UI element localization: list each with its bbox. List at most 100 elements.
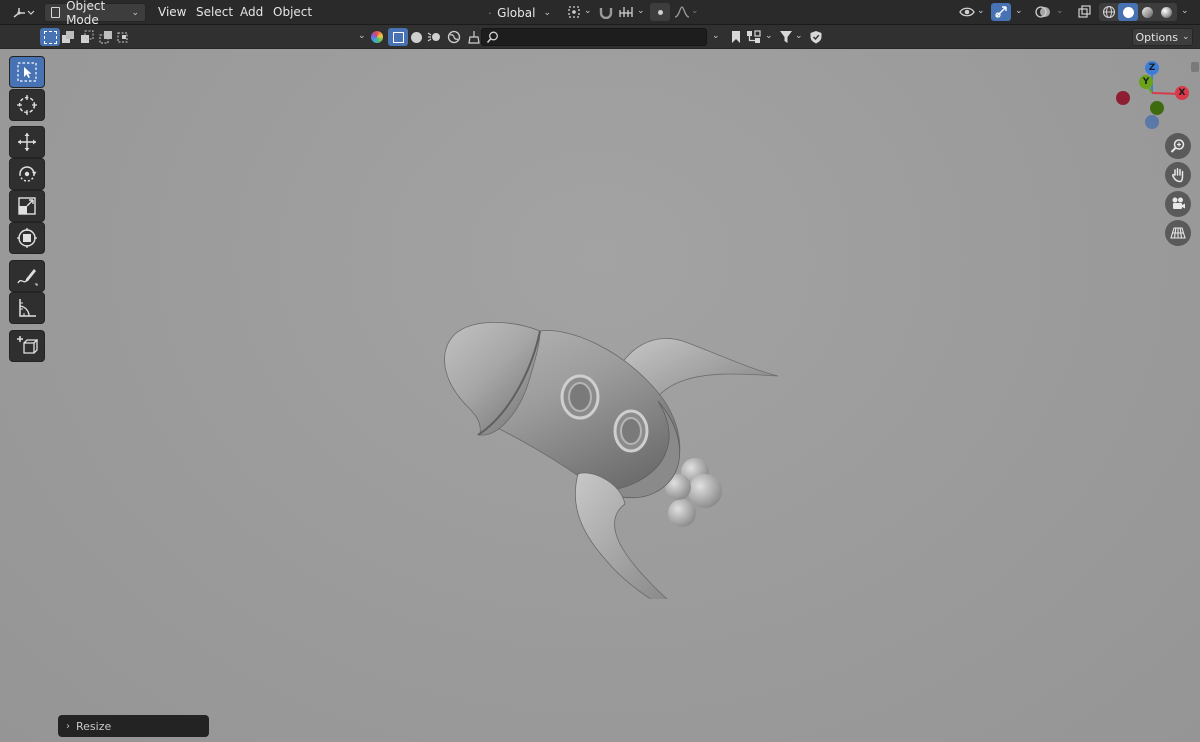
select-mode-intersect[interactable] (114, 28, 134, 46)
gizmo-neg-y-axis[interactable] (1150, 101, 1164, 115)
chevron-down-icon: ⌄ (637, 6, 645, 16)
editor-type-button[interactable] (8, 3, 38, 22)
tool-transform[interactable] (9, 222, 45, 254)
ruler-icon (19, 299, 36, 317)
viewport-header: Object Mode ⌄ View Select Add Object Glo… (0, 0, 1200, 27)
shading-rendered[interactable] (1156, 3, 1176, 21)
select-mode-new[interactable] (40, 28, 60, 46)
grid-perspective-icon (1170, 227, 1186, 239)
chevron-down-icon: ⌄ (712, 31, 720, 41)
tool-select-box[interactable] (9, 56, 45, 88)
gizmo-y-axis[interactable]: Y (1139, 75, 1153, 89)
object-mode-icon (51, 7, 61, 18)
menu-view[interactable]: View (158, 5, 186, 19)
orientation-icon (489, 11, 492, 14)
porthole-glass (620, 417, 642, 445)
last-operator-panel[interactable]: › Resize (58, 715, 209, 737)
material-sphere-icon (1141, 6, 1153, 18)
color-wheel-icon (371, 31, 383, 43)
light-icon (427, 32, 440, 42)
zoom-button[interactable] (1165, 133, 1191, 159)
tool-rotate[interactable] (9, 158, 45, 190)
dot-icon (657, 9, 663, 15)
chevron-down-icon: ⌄ (765, 31, 773, 41)
rendered-sphere-icon (1160, 6, 1172, 18)
gizmo-z-axis[interactable]: Z (1145, 61, 1159, 75)
restrict-button[interactable] (806, 28, 826, 46)
perspective-toggle-button[interactable] (1165, 220, 1191, 246)
select-new-icon (43, 30, 57, 44)
gizmo-toggle[interactable] (991, 3, 1011, 21)
tool-move[interactable] (9, 126, 45, 158)
overlays-toggle[interactable] (1033, 3, 1053, 21)
3d-viewport[interactable]: Z Y X › Resize (0, 49, 1200, 742)
chevron-down-icon: ⌄ (358, 31, 366, 41)
chevron-down-icon: ⌄ (131, 7, 139, 18)
move-icon (18, 133, 36, 151)
shield-icon (810, 31, 822, 44)
select-invert-icon (99, 31, 112, 44)
proportional-editing-toggle[interactable] (650, 3, 670, 21)
snap-toggle[interactable] (596, 3, 616, 21)
chevron-down-icon: ⌄ (543, 7, 551, 18)
gizmo-neg-z-axis[interactable] (1145, 115, 1159, 129)
pivot-point-button[interactable] (565, 3, 585, 21)
transform-icon (17, 228, 37, 248)
transform-orientation-dropdown[interactable]: Global ⌄ (482, 3, 558, 22)
chevron-down-icon: ⌄ (1181, 6, 1189, 16)
rotate-icon (19, 166, 37, 182)
search-input[interactable] (503, 29, 697, 45)
menu-object[interactable]: Object (273, 5, 312, 19)
tool-measure[interactable] (9, 292, 45, 324)
tool-add-cube[interactable] (9, 330, 45, 362)
mesh-sphere-icon (410, 31, 422, 43)
visibility-button[interactable] (958, 3, 978, 21)
search-field[interactable] (481, 28, 707, 46)
scale-icon (18, 197, 36, 215)
menu-add[interactable]: Add (240, 5, 263, 19)
select-subtract-icon (81, 30, 94, 43)
select-mode-extend[interactable] (58, 28, 78, 46)
header-collapse-handle[interactable] (1191, 62, 1199, 72)
gizmo-x-axis[interactable]: X (1175, 86, 1189, 100)
bookmark-button[interactable] (726, 28, 746, 46)
shading-material[interactable] (1137, 3, 1157, 21)
menu-select[interactable]: Select (196, 5, 233, 19)
hierarchy-icon (747, 30, 761, 43)
shading-solid[interactable] (1118, 3, 1138, 21)
exhaust-puff (668, 499, 696, 527)
options-dropdown[interactable]: Options ⌄ (1132, 28, 1193, 46)
gizmo-neg-x-axis[interactable] (1116, 91, 1130, 105)
filter-mesh-button[interactable] (406, 28, 426, 46)
falloff-button[interactable] (672, 3, 692, 21)
chevron-down-icon: ⌄ (691, 6, 699, 16)
tool-header: ⌄ ⌄ ⌄ ⌄ Options ⌄ (0, 25, 1200, 49)
search-icon (486, 31, 498, 43)
gizmo-y-label: Y (1142, 77, 1150, 87)
mode-label: Object Mode (66, 0, 106, 27)
camera-view-button[interactable] (1165, 191, 1191, 217)
tool-cursor[interactable] (9, 89, 45, 121)
shading-wireframe[interactable] (1099, 3, 1119, 21)
tool-annotate[interactable] (9, 260, 45, 292)
color-filter-button[interactable] (367, 28, 387, 46)
display-mode-button[interactable] (744, 28, 764, 46)
snap-target-button[interactable] (617, 3, 637, 21)
filter-object-button[interactable] (388, 28, 408, 46)
select-extend-icon (62, 31, 74, 43)
select-mode-invert[interactable] (96, 28, 116, 46)
mode-dropdown[interactable]: Object Mode ⌄ (44, 0, 146, 27)
xray-toggle[interactable] (1075, 3, 1095, 21)
tool-scale[interactable] (9, 190, 45, 222)
pan-button[interactable] (1165, 162, 1191, 188)
select-mode-subtract[interactable] (77, 28, 97, 46)
exhaust-puff (688, 474, 722, 508)
rocket-model[interactable] (420, 259, 800, 599)
filter-light-button[interactable] (425, 28, 445, 46)
filter-other-button[interactable] (463, 28, 483, 46)
navigation-gizmo[interactable]: Z Y X (1110, 55, 1195, 137)
gizmo-x-label: X (1178, 88, 1186, 98)
chevron-down-icon: ⌄ (584, 6, 592, 16)
filter-world-button[interactable] (444, 28, 464, 46)
filter-button[interactable] (776, 28, 796, 46)
